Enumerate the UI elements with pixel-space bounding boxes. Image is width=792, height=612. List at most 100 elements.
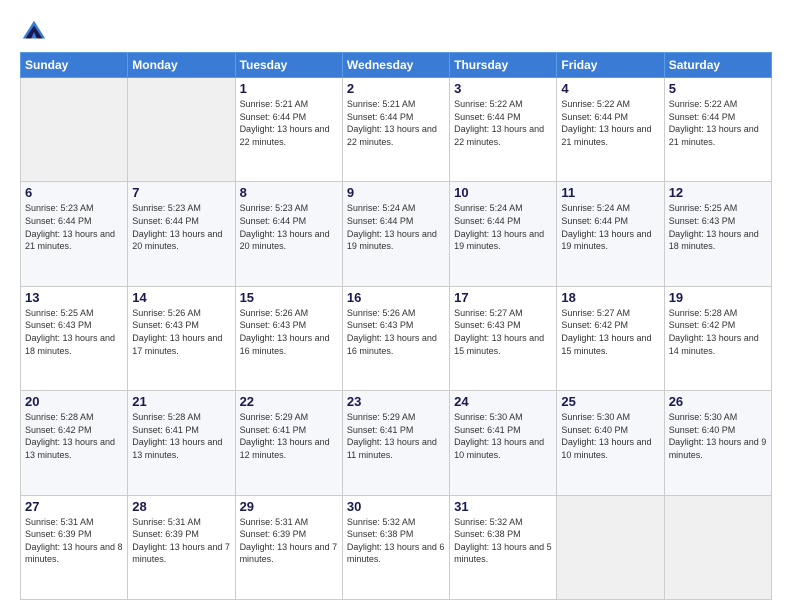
day-number: 21 [132,394,230,409]
weekday-header: Friday [557,53,664,78]
calendar-cell: 3Sunrise: 5:22 AM Sunset: 6:44 PM Daylig… [450,78,557,182]
calendar-table: SundayMondayTuesdayWednesdayThursdayFrid… [20,52,772,600]
day-number: 5 [669,81,767,96]
day-number: 19 [669,290,767,305]
day-number: 6 [25,185,123,200]
day-detail: Sunrise: 5:24 AM Sunset: 6:44 PM Dayligh… [347,202,445,252]
calendar-cell [557,495,664,599]
day-number: 9 [347,185,445,200]
calendar-cell: 28 Sunrise: 5:31 AM Sunset: 6:39 PM Dayli… [128,495,235,599]
day-number: 25 [561,394,659,409]
weekday-header: Saturday [664,53,771,78]
calendar-week-row: 27 Sunrise: 5:31 AM Sunset: 6:39 PM Dayli… [21,495,772,599]
day-detail: Sunrise: 5:28 AM Sunset: 6:41 PM Dayligh… [132,411,230,461]
day-number: 13 [25,290,123,305]
logo [20,18,52,46]
day-detail: Sunrise: 5:21 AM Sunset: 6:44 PM Dayligh… [347,98,445,148]
calendar-cell: 25 Sunrise: 5:30 AM Sunset: 6:40 PM Dayli… [557,391,664,495]
calendar-week-row: 1 Sunrise: 5:21 AM Sunset: 6:44 PM Daylig… [21,78,772,182]
day-detail: Sunrise: 5:28 AM Sunset: 6:42 PM Dayligh… [25,411,123,461]
calendar-cell: 24Sunrise: 5:30 AM Sunset: 6:41 PM Dayli… [450,391,557,495]
calendar-week-row: 13 Sunrise: 5:25 AM Sunset: 6:43 PM Dayli… [21,286,772,390]
calendar-cell: 13 Sunrise: 5:25 AM Sunset: 6:43 PM Dayli… [21,286,128,390]
weekday-header: Monday [128,53,235,78]
day-detail: Sunrise: 5:32 AM Sunset: 6:38 PM Dayligh… [454,516,552,566]
day-detail: Sunrise: 5:23 AM Sunset: 6:44 PM Dayligh… [25,202,123,252]
day-detail: Sunrise: 5:29 AM Sunset: 6:41 PM Dayligh… [240,411,338,461]
calendar-cell: 22 Sunrise: 5:29 AM Sunset: 6:41 PM Dayli… [235,391,342,495]
day-detail: Sunrise: 5:26 AM Sunset: 6:43 PM Dayligh… [240,307,338,357]
logo-icon [20,18,48,46]
day-detail: Sunrise: 5:22 AM Sunset: 6:44 PM Dayligh… [561,98,659,148]
day-detail: Sunrise: 5:25 AM Sunset: 6:43 PM Dayligh… [25,307,123,357]
calendar-cell: 21 Sunrise: 5:28 AM Sunset: 6:41 PM Dayli… [128,391,235,495]
calendar-cell: 29 Sunrise: 5:31 AM Sunset: 6:39 PM Dayli… [235,495,342,599]
day-number: 17 [454,290,552,305]
day-number: 27 [25,499,123,514]
calendar-cell: 18 Sunrise: 5:27 AM Sunset: 6:42 PM Dayli… [557,286,664,390]
calendar-cell: 6 Sunrise: 5:23 AM Sunset: 6:44 PM Daylig… [21,182,128,286]
calendar-cell [664,495,771,599]
calendar-cell: 23 Sunrise: 5:29 AM Sunset: 6:41 PM Dayli… [342,391,449,495]
calendar-cell: 30Sunrise: 5:32 AM Sunset: 6:38 PM Dayli… [342,495,449,599]
weekday-header: Sunday [21,53,128,78]
day-detail: Sunrise: 5:30 AM Sunset: 6:40 PM Dayligh… [561,411,659,461]
calendar-cell: 9 Sunrise: 5:24 AM Sunset: 6:44 PM Daylig… [342,182,449,286]
day-detail: Sunrise: 5:29 AM Sunset: 6:41 PM Dayligh… [347,411,445,461]
calendar-cell: 8Sunrise: 5:23 AM Sunset: 6:44 PM Daylig… [235,182,342,286]
weekday-header: Thursday [450,53,557,78]
calendar-cell: 14 Sunrise: 5:26 AM Sunset: 6:43 PM Dayli… [128,286,235,390]
day-detail: Sunrise: 5:25 AM Sunset: 6:43 PM Dayligh… [669,202,767,252]
calendar-week-row: 6 Sunrise: 5:23 AM Sunset: 6:44 PM Daylig… [21,182,772,286]
calendar-cell: 27 Sunrise: 5:31 AM Sunset: 6:39 PM Dayli… [21,495,128,599]
calendar-cell: 12 Sunrise: 5:25 AM Sunset: 6:43 PM Dayli… [664,182,771,286]
calendar-cell: 4Sunrise: 5:22 AM Sunset: 6:44 PM Daylig… [557,78,664,182]
calendar-cell: 5Sunrise: 5:22 AM Sunset: 6:44 PM Daylig… [664,78,771,182]
day-detail: Sunrise: 5:26 AM Sunset: 6:43 PM Dayligh… [132,307,230,357]
day-detail: Sunrise: 5:22 AM Sunset: 6:44 PM Dayligh… [454,98,552,148]
calendar-cell: 19Sunrise: 5:28 AM Sunset: 6:42 PM Dayli… [664,286,771,390]
day-number: 15 [240,290,338,305]
day-detail: Sunrise: 5:23 AM Sunset: 6:44 PM Dayligh… [132,202,230,252]
day-number: 20 [25,394,123,409]
day-detail: Sunrise: 5:23 AM Sunset: 6:44 PM Dayligh… [240,202,338,252]
day-number: 18 [561,290,659,305]
day-number: 1 [240,81,338,96]
day-detail: Sunrise: 5:30 AM Sunset: 6:41 PM Dayligh… [454,411,552,461]
day-detail: Sunrise: 5:27 AM Sunset: 6:42 PM Dayligh… [561,307,659,357]
calendar-cell: 2Sunrise: 5:21 AM Sunset: 6:44 PM Daylig… [342,78,449,182]
day-number: 22 [240,394,338,409]
day-number: 16 [347,290,445,305]
calendar-cell: 16 Sunrise: 5:26 AM Sunset: 6:43 PM Dayli… [342,286,449,390]
calendar-cell: 17 Sunrise: 5:27 AM Sunset: 6:43 PM Dayli… [450,286,557,390]
day-detail: Sunrise: 5:31 AM Sunset: 6:39 PM Dayligh… [25,516,123,566]
day-detail: Sunrise: 5:31 AM Sunset: 6:39 PM Dayligh… [132,516,230,566]
day-number: 28 [132,499,230,514]
day-number: 14 [132,290,230,305]
day-number: 29 [240,499,338,514]
calendar-header-row: SundayMondayTuesdayWednesdayThursdayFrid… [21,53,772,78]
calendar-cell: 26Sunrise: 5:30 AM Sunset: 6:40 PM Dayli… [664,391,771,495]
day-number: 30 [347,499,445,514]
day-number: 31 [454,499,552,514]
day-detail: Sunrise: 5:21 AM Sunset: 6:44 PM Dayligh… [240,98,338,148]
day-detail: Sunrise: 5:24 AM Sunset: 6:44 PM Dayligh… [561,202,659,252]
calendar-cell: 15 Sunrise: 5:26 AM Sunset: 6:43 PM Dayli… [235,286,342,390]
day-number: 10 [454,185,552,200]
day-number: 23 [347,394,445,409]
calendar-cell: 10 Sunrise: 5:24 AM Sunset: 6:44 PM Dayli… [450,182,557,286]
calendar-week-row: 20 Sunrise: 5:28 AM Sunset: 6:42 PM Dayli… [21,391,772,495]
day-detail: Sunrise: 5:24 AM Sunset: 6:44 PM Dayligh… [454,202,552,252]
day-detail: Sunrise: 5:26 AM Sunset: 6:43 PM Dayligh… [347,307,445,357]
day-detail: Sunrise: 5:27 AM Sunset: 6:43 PM Dayligh… [454,307,552,357]
day-detail: Sunrise: 5:30 AM Sunset: 6:40 PM Dayligh… [669,411,767,461]
calendar-cell: 20 Sunrise: 5:28 AM Sunset: 6:42 PM Dayli… [21,391,128,495]
day-number: 11 [561,185,659,200]
calendar-cell [21,78,128,182]
calendar-cell [128,78,235,182]
day-number: 12 [669,185,767,200]
day-detail: Sunrise: 5:31 AM Sunset: 6:39 PM Dayligh… [240,516,338,566]
weekday-header: Tuesday [235,53,342,78]
header [20,18,772,46]
weekday-header: Wednesday [342,53,449,78]
